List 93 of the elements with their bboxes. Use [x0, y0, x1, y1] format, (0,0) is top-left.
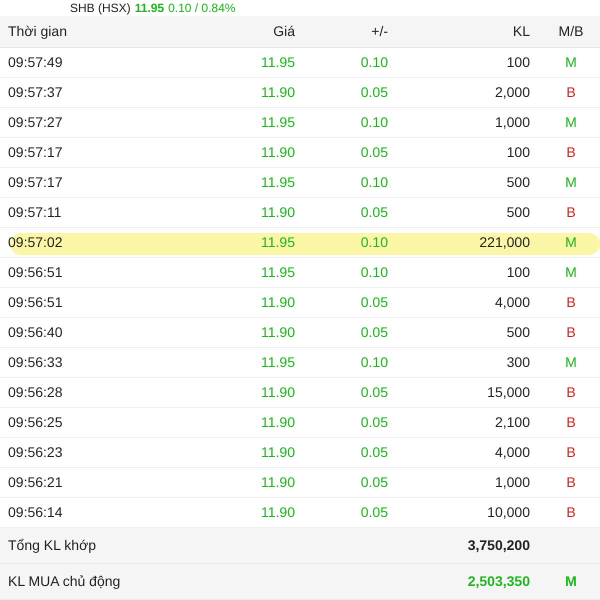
time-cell-text: 09:56:14	[7, 503, 62, 522]
time-cell-text: 09:56:23	[7, 443, 62, 462]
time-cell-text: 09:56:25	[7, 413, 62, 432]
change-cell-text: 0.05	[360, 473, 388, 492]
side-cell-text: M	[564, 353, 577, 372]
price-cell-text: 11.90	[261, 443, 295, 462]
time-cell-text: 09:56:40	[7, 323, 62, 342]
change-cell-text: 0.10	[360, 113, 388, 132]
time-cell-text: 09:57:02	[7, 233, 62, 252]
volume-cell-text: 10,000	[487, 503, 530, 522]
price-cell-text: 11.95	[261, 113, 295, 132]
ticker-change: 0.10 / 0.84%	[168, 2, 236, 14]
price-cell-text: 11.90	[261, 203, 295, 222]
side-cell-text: M	[564, 233, 577, 252]
side-cell-text: B	[565, 83, 576, 102]
price-cell-text: 11.90	[261, 143, 295, 162]
column-header: M/B	[558, 22, 584, 41]
side-cell-text: M	[564, 113, 577, 132]
change-cell-text: 0.10	[360, 353, 388, 372]
column-header: KL	[512, 22, 530, 41]
change-cell-text: 0.05	[360, 203, 388, 222]
volume-cell-text: 500	[506, 203, 530, 222]
volume-cell-text: 2,000	[494, 83, 530, 102]
change-cell-text: 0.05	[360, 143, 388, 162]
change-cell-text: 0.10	[360, 233, 388, 252]
price-cell-text: 11.95	[261, 353, 295, 372]
column-header: Giá	[273, 22, 295, 41]
volume-cell-text: 100	[506, 143, 530, 162]
price-cell-text: 11.90	[261, 413, 295, 432]
price-cell-text: 11.95	[261, 263, 295, 282]
side-cell-text: M	[564, 173, 577, 192]
side-cell-text: B	[565, 203, 576, 222]
time-cell-text: 09:57:17	[7, 143, 62, 162]
change-cell-text: 0.05	[360, 383, 388, 402]
time-cell-text: 09:57:27	[7, 113, 62, 132]
price-cell-text: 11.90	[261, 473, 295, 492]
time-cell-text: 09:57:49	[7, 53, 62, 72]
time-cell-text: 09:57:17	[7, 173, 62, 192]
volume-cell-text: 1,000	[494, 113, 530, 132]
volume-cell-text: 221,000	[479, 233, 530, 252]
volume-cell-text: 1,000	[494, 473, 530, 492]
summary-label: Tổng KL khớp	[7, 536, 98, 555]
change-cell-text: 0.05	[360, 293, 388, 312]
side-cell-text: M	[564, 53, 577, 72]
volume-cell-text: 4,000	[494, 443, 530, 462]
change-cell-text: 0.05	[360, 323, 388, 342]
ticker-price: 11.95	[134, 2, 164, 14]
price-cell-text: 11.90	[261, 83, 295, 102]
side-cell-text: B	[565, 473, 576, 492]
column-header: Thời gian	[7, 22, 67, 41]
price-cell-text: 11.90	[261, 503, 295, 522]
side-cell-text: B	[565, 143, 576, 162]
price-cell-text: 11.90	[261, 323, 295, 342]
side-cell-text: B	[565, 443, 576, 462]
side-cell-text: B	[565, 383, 576, 402]
volume-cell-text: 500	[506, 323, 530, 342]
volume-cell-text: 100	[506, 53, 530, 72]
summary-label: KL MUA chủ động	[7, 572, 122, 591]
ticker-symbol: SHB (HSX)	[70, 2, 131, 14]
change-cell-text: 0.10	[360, 263, 388, 282]
volume-cell-text: 300	[506, 353, 530, 372]
volume-cell-text: 4,000	[494, 293, 530, 312]
change-cell-text: 0.10	[360, 53, 388, 72]
change-cell-text: 0.05	[360, 503, 388, 522]
column-header: +/-	[371, 22, 388, 41]
price-cell-text: 11.90	[261, 383, 295, 402]
side-cell-text: M	[564, 263, 577, 282]
change-cell-text: 0.05	[360, 443, 388, 462]
time-cell-text: 09:57:37	[7, 83, 62, 102]
time-cell-text: 09:56:51	[7, 263, 62, 282]
time-cell-text: 09:56:33	[7, 353, 62, 372]
price-cell-text: 11.90	[261, 293, 295, 312]
volume-cell-text: 2,100	[494, 413, 530, 432]
summary-value: 3,750,200	[468, 536, 530, 555]
volume-cell-text: 100	[506, 263, 530, 282]
price-cell-text: 11.95	[261, 233, 295, 252]
change-cell-text: 0.05	[360, 413, 388, 432]
time-cell-text: 09:56:21	[7, 473, 62, 492]
side-cell-text: B	[565, 413, 576, 432]
change-cell-text: 0.05	[360, 83, 388, 102]
change-cell-text: 0.10	[360, 173, 388, 192]
volume-cell-text: 15,000	[487, 383, 530, 402]
price-cell-text: 11.95	[261, 173, 295, 192]
time-cell-text: 09:57:11	[7, 203, 62, 222]
side-cell-text: B	[565, 503, 576, 522]
side-cell-text: B	[565, 293, 576, 312]
time-cell-text: 09:56:51	[7, 293, 62, 312]
price-cell-text: 11.95	[261, 53, 295, 72]
summary-value: 2,503,350	[468, 572, 530, 591]
volume-cell-text: 500	[506, 173, 530, 192]
side-cell-text: B	[565, 323, 576, 342]
side-label: M	[564, 572, 577, 591]
time-cell-text: 09:56:28	[7, 383, 62, 402]
